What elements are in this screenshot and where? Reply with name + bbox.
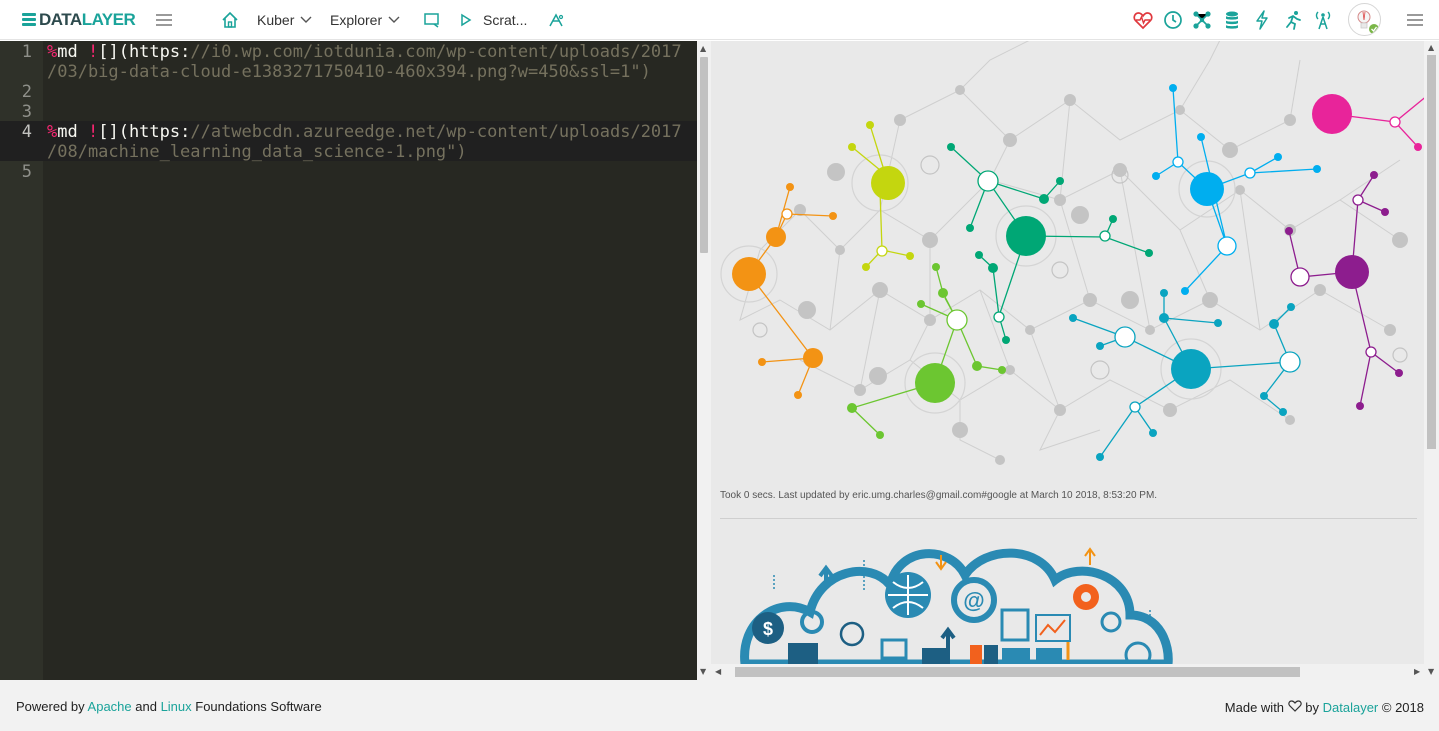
line-number: 5 (21, 162, 32, 182)
heartbeat-icon[interactable] (1132, 9, 1154, 31)
paragraph-status: Took 0 secs. Last updated by eric.umg.ch… (720, 490, 1158, 501)
scroll-up-arrow-icon[interactable]: ▲ (1428, 44, 1434, 52)
nav-explorer-label: Explorer (330, 12, 383, 28)
paragraph-separator (720, 518, 1417, 519)
code-line-4-wrap[interactable]: /08/machine_learning_data_science-1.png"… (47, 142, 467, 162)
monitor-icon[interactable] (421, 9, 443, 31)
machine-learning-cloud-image: $ @ (740, 547, 1173, 669)
footer-copyright: © 2018 (1378, 700, 1424, 715)
footer: Powered by Apache and Linux Foundations … (0, 680, 1439, 731)
result-vertical-scrollbar[interactable]: ▲ ▼ (1424, 41, 1439, 680)
scroll-up-arrow-icon[interactable]: ▲ (700, 45, 706, 53)
url-scheme: https: (128, 42, 191, 62)
magic-command: md (57, 42, 88, 62)
footer-text: by (1301, 700, 1323, 715)
image-bracket: []( (98, 42, 129, 62)
line-number: 3 (21, 102, 32, 122)
nav-scratchpad[interactable]: Scrat... (459, 0, 527, 40)
datalayer-logo[interactable]: DATALAYER (22, 10, 136, 30)
home-icon[interactable] (219, 9, 241, 31)
scrollbar-thumb[interactable] (735, 667, 1300, 677)
runner-icon[interactable] (1282, 9, 1304, 31)
tower-icon[interactable] (1312, 9, 1334, 31)
footer-text: Made with (1224, 700, 1288, 715)
svg-text:@: @ (963, 588, 984, 613)
line-number: 1 (21, 42, 32, 62)
clock-icon[interactable] (1162, 9, 1184, 31)
magic-prefix: % (47, 42, 58, 62)
url-scheme: https: (128, 122, 191, 142)
sidebar-toggle-hamburger-icon[interactable] (156, 12, 172, 28)
nav-kuber-label: Kuber (257, 12, 295, 28)
result-horizontal-scrollbar[interactable]: ◀ ▶ (711, 664, 1424, 680)
magic-prefix: % (47, 122, 58, 142)
editor-vertical-scrollbar[interactable]: ▲ ▼ (697, 41, 711, 680)
bolt-icon[interactable] (1251, 9, 1273, 31)
scroll-right-arrow-icon[interactable]: ▶ (1414, 668, 1420, 676)
image-bang: ! (87, 122, 99, 142)
svg-text:$: $ (763, 619, 773, 639)
footer-text: and (131, 699, 161, 714)
code-line-4[interactable]: %md ![](https://atwebcdn.azureedge.net/w… (47, 122, 682, 142)
top-navbar: DATALAYER Kuber Explorer Scrat... (0, 0, 1439, 40)
chevron-down-icon (388, 16, 400, 23)
footer-text: Foundations Software (191, 699, 322, 714)
nav-scratchpad-label: Scrat... (483, 12, 528, 28)
app-root: DATALAYER Kuber Explorer Scrat... 1 2 3 … (0, 0, 1439, 731)
scrollbar-thumb[interactable] (700, 57, 708, 253)
code-editor[interactable]: 1 2 3 4 5 %md ![](https://i0.wp.com/iotd… (0, 41, 697, 680)
play-icon (461, 13, 472, 27)
scroll-left-arrow-icon[interactable]: ◀ (715, 668, 721, 676)
code-line-1[interactable]: %md ![](https://i0.wp.com/iotdunia.com/w… (47, 42, 682, 62)
database-icon[interactable] (1221, 9, 1243, 31)
avatar-image (1357, 10, 1379, 34)
chevron-down-icon (300, 16, 312, 23)
apache-link[interactable]: Apache (88, 699, 132, 714)
line-number: 4 (21, 122, 32, 142)
logo-mark-icon (22, 12, 36, 28)
linux-link[interactable]: Linux (161, 699, 192, 714)
nav-explorer[interactable]: Explorer (330, 0, 400, 40)
logo-text: DATALAYER (39, 10, 136, 29)
scroll-down-arrow-icon[interactable]: ▼ (700, 668, 706, 676)
footer-powered-by: Powered by Apache and Linux Foundations … (16, 699, 322, 714)
nav-kuber[interactable]: Kuber (257, 0, 312, 40)
magic-command: md (57, 122, 88, 142)
code-line-1-wrap[interactable]: /03/big-data-cloud-e1383271750410-460x39… (47, 62, 651, 82)
image-bang: ! (87, 42, 99, 62)
scrollbar-thumb[interactable] (1427, 55, 1436, 449)
footer-text: Powered by (16, 699, 88, 714)
datalayer-link[interactable]: Datalayer (1323, 700, 1379, 715)
line-number: 2 (21, 82, 32, 102)
url-text: //atwebcdn.azureedge.net/wp-content/uplo… (190, 122, 682, 142)
url-text: //i0.wp.com/iotdunia.com/wp-content/uplo… (190, 42, 682, 62)
magic-icon[interactable] (545, 9, 567, 31)
heart-icon (1287, 700, 1302, 712)
settings-hamburger-icon[interactable] (1407, 12, 1423, 28)
footer-made-with: Made with by Datalayer © 2018 (1225, 700, 1424, 715)
result-panel: $ @ Took 0 secs. Last updated by eric.um… (697, 41, 1439, 680)
network-icon[interactable] (1191, 9, 1213, 31)
user-avatar[interactable] (1348, 3, 1381, 36)
scroll-down-arrow-icon[interactable]: ▼ (1428, 668, 1434, 676)
image-bracket: []( (98, 122, 129, 142)
